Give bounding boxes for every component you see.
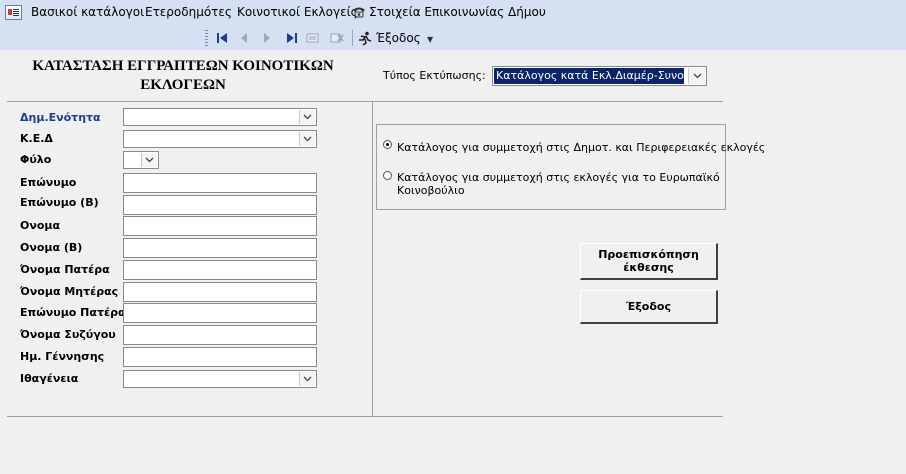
field-label-dim-enotita: Δημ.Ενότητα bbox=[20, 111, 101, 124]
fylo-combo[interactable] bbox=[123, 151, 159, 169]
ithageneia-combo[interactable] bbox=[123, 370, 317, 388]
preview-report-button[interactable]: Προεπισκόπηση έκθεσης bbox=[580, 243, 718, 280]
option-municipal-radio[interactable] bbox=[383, 140, 392, 149]
menu-community-voters[interactable]: Κοινοτικοί Εκλογείς bbox=[237, 5, 358, 19]
preview-button-line2: έκθεσης bbox=[623, 261, 674, 274]
option-european-label-line1: Κατάλογος για συμμετοχή στις εκλογές για… bbox=[397, 171, 720, 184]
chevron-down-icon[interactable] bbox=[299, 110, 315, 124]
toolbar-exit-label: Έξοδος bbox=[376, 31, 421, 45]
form-title-line2: ΕΚΛΟΓΕΩΝ bbox=[140, 77, 226, 93]
ked-combo[interactable] bbox=[123, 130, 317, 148]
field-label-onoma-miteras: Όνομα Μητέρας bbox=[20, 285, 119, 298]
field-label-onoma-b: Ονομα (Β) bbox=[20, 241, 83, 254]
field-label-onoma: Ονομα bbox=[20, 219, 61, 232]
field-label-ked: Κ.Ε.Δ bbox=[20, 132, 53, 145]
election-type-option-group bbox=[376, 124, 726, 210]
toolbar-options-icon[interactable]: ▼ bbox=[427, 35, 433, 44]
toolbar-row bbox=[0, 26, 906, 50]
print-type-combo[interactable]: Κατάλογος κατά Εκλ.Διαμέρ-Συνοικισμό bbox=[492, 66, 707, 86]
ithageneia-value bbox=[125, 372, 297, 386]
option-european-radio[interactable] bbox=[383, 171, 392, 180]
menu-basic-catalogs[interactable]: Βασικοί κατάλογοι bbox=[31, 5, 144, 19]
field-label-ithageneia: Ιθαγένεια bbox=[20, 372, 79, 385]
top-divider bbox=[7, 101, 723, 102]
eponymo-field[interactable] bbox=[123, 173, 317, 193]
chevron-down-icon[interactable] bbox=[299, 132, 315, 146]
fylo-value bbox=[125, 153, 139, 167]
chevron-down-icon[interactable] bbox=[141, 153, 157, 167]
option-municipal-label[interactable]: Κατάλογος για συμμετοχή στις Δημοτ. και … bbox=[397, 141, 765, 154]
chevron-down-icon[interactable] bbox=[688, 68, 705, 84]
last-record-icon[interactable] bbox=[282, 29, 302, 47]
dim-enotita-value bbox=[125, 110, 297, 124]
dim-enotita-combo[interactable] bbox=[123, 108, 317, 126]
new-record-icon[interactable] bbox=[303, 29, 323, 47]
exit-button[interactable]: Έξοδος bbox=[580, 290, 718, 324]
menu-bar: Βασικοί κατάλογοι Ετεροδημότες Κοινοτικο… bbox=[0, 0, 906, 26]
toolbar-exit-button[interactable]: Έξοδος bbox=[357, 29, 421, 47]
onoma-miteras-field[interactable] bbox=[123, 282, 317, 302]
bottom-divider bbox=[7, 416, 723, 417]
eponymo-b-field[interactable] bbox=[123, 195, 317, 215]
form-icon[interactable] bbox=[5, 5, 22, 20]
im-gennisis-field[interactable] bbox=[123, 347, 317, 367]
record-navigation-toolbar: Έξοδος ▼ bbox=[205, 27, 438, 49]
eponymo-patera-field[interactable] bbox=[123, 303, 317, 323]
previous-record-icon[interactable] bbox=[234, 29, 254, 47]
preview-button-line1: Προεπισκόπηση bbox=[598, 248, 699, 261]
form-title-line1: ΚΑΤΑΣΤΑΣΗ ΕΓΓΡΑΠΤΕΩΝ ΚΟΙΝΟΤΙΚΩΝ bbox=[32, 58, 334, 74]
field-label-eponymo-b: Επώνυμο (Β) bbox=[20, 196, 99, 209]
first-record-icon[interactable] bbox=[212, 29, 232, 47]
onoma-field[interactable] bbox=[123, 216, 317, 236]
onoma-patera-field[interactable] bbox=[123, 260, 317, 280]
field-label-onoma-patera: Όνομα Πατέρα bbox=[20, 263, 110, 276]
running-man-icon bbox=[357, 31, 373, 46]
toolbar-separator bbox=[352, 30, 353, 46]
field-label-onoma-syzygou: Όνομα Συζύγου bbox=[20, 328, 116, 341]
menu-municipality-contact-label: Στοιχεία Επικοινωνίας Δήμου bbox=[369, 5, 546, 19]
field-label-im-gennisis: Ημ. Γέννησης bbox=[20, 350, 105, 363]
toolbar-grip[interactable] bbox=[205, 30, 208, 46]
next-record-icon[interactable] bbox=[257, 29, 277, 47]
option-european-label[interactable]: Κατάλογος για συμμετοχή στις εκλογές για… bbox=[397, 171, 720, 197]
delete-record-icon[interactable] bbox=[327, 29, 347, 47]
print-type-value: Κατάλογος κατά Εκλ.Διαμέρ-Συνοικισμό bbox=[494, 68, 684, 84]
onoma-syzygou-field[interactable] bbox=[123, 325, 317, 345]
field-label-eponymo: Επώνυμο bbox=[20, 176, 77, 189]
menu-municipality-contact[interactable]: Στοιχεία Επικοινωνίας Δήμου bbox=[351, 5, 546, 21]
menu-heterodimotes[interactable]: Ετεροδημότες bbox=[145, 5, 232, 19]
onoma-b-field[interactable] bbox=[123, 238, 317, 258]
phone-icon bbox=[351, 5, 367, 21]
ked-value bbox=[125, 132, 297, 146]
print-type-label: Τύπος Εκτύπωσης: bbox=[383, 69, 486, 82]
field-label-eponymo-patera: Επώνυμο Πατέρα bbox=[20, 306, 126, 319]
chevron-down-icon[interactable] bbox=[299, 372, 315, 386]
field-label-fylo: Φύλο bbox=[20, 153, 52, 166]
option-european-label-line2: Κοινοβούλιο bbox=[397, 184, 465, 197]
form-title: ΚΑΤΑΣΤΑΣΗ ΕΓΓΡΑΠΤΕΩΝ ΚΟΙΝΟΤΙΚΩΝ ΕΚΛΟΓΕΩΝ bbox=[18, 57, 348, 95]
vertical-divider bbox=[372, 101, 373, 416]
